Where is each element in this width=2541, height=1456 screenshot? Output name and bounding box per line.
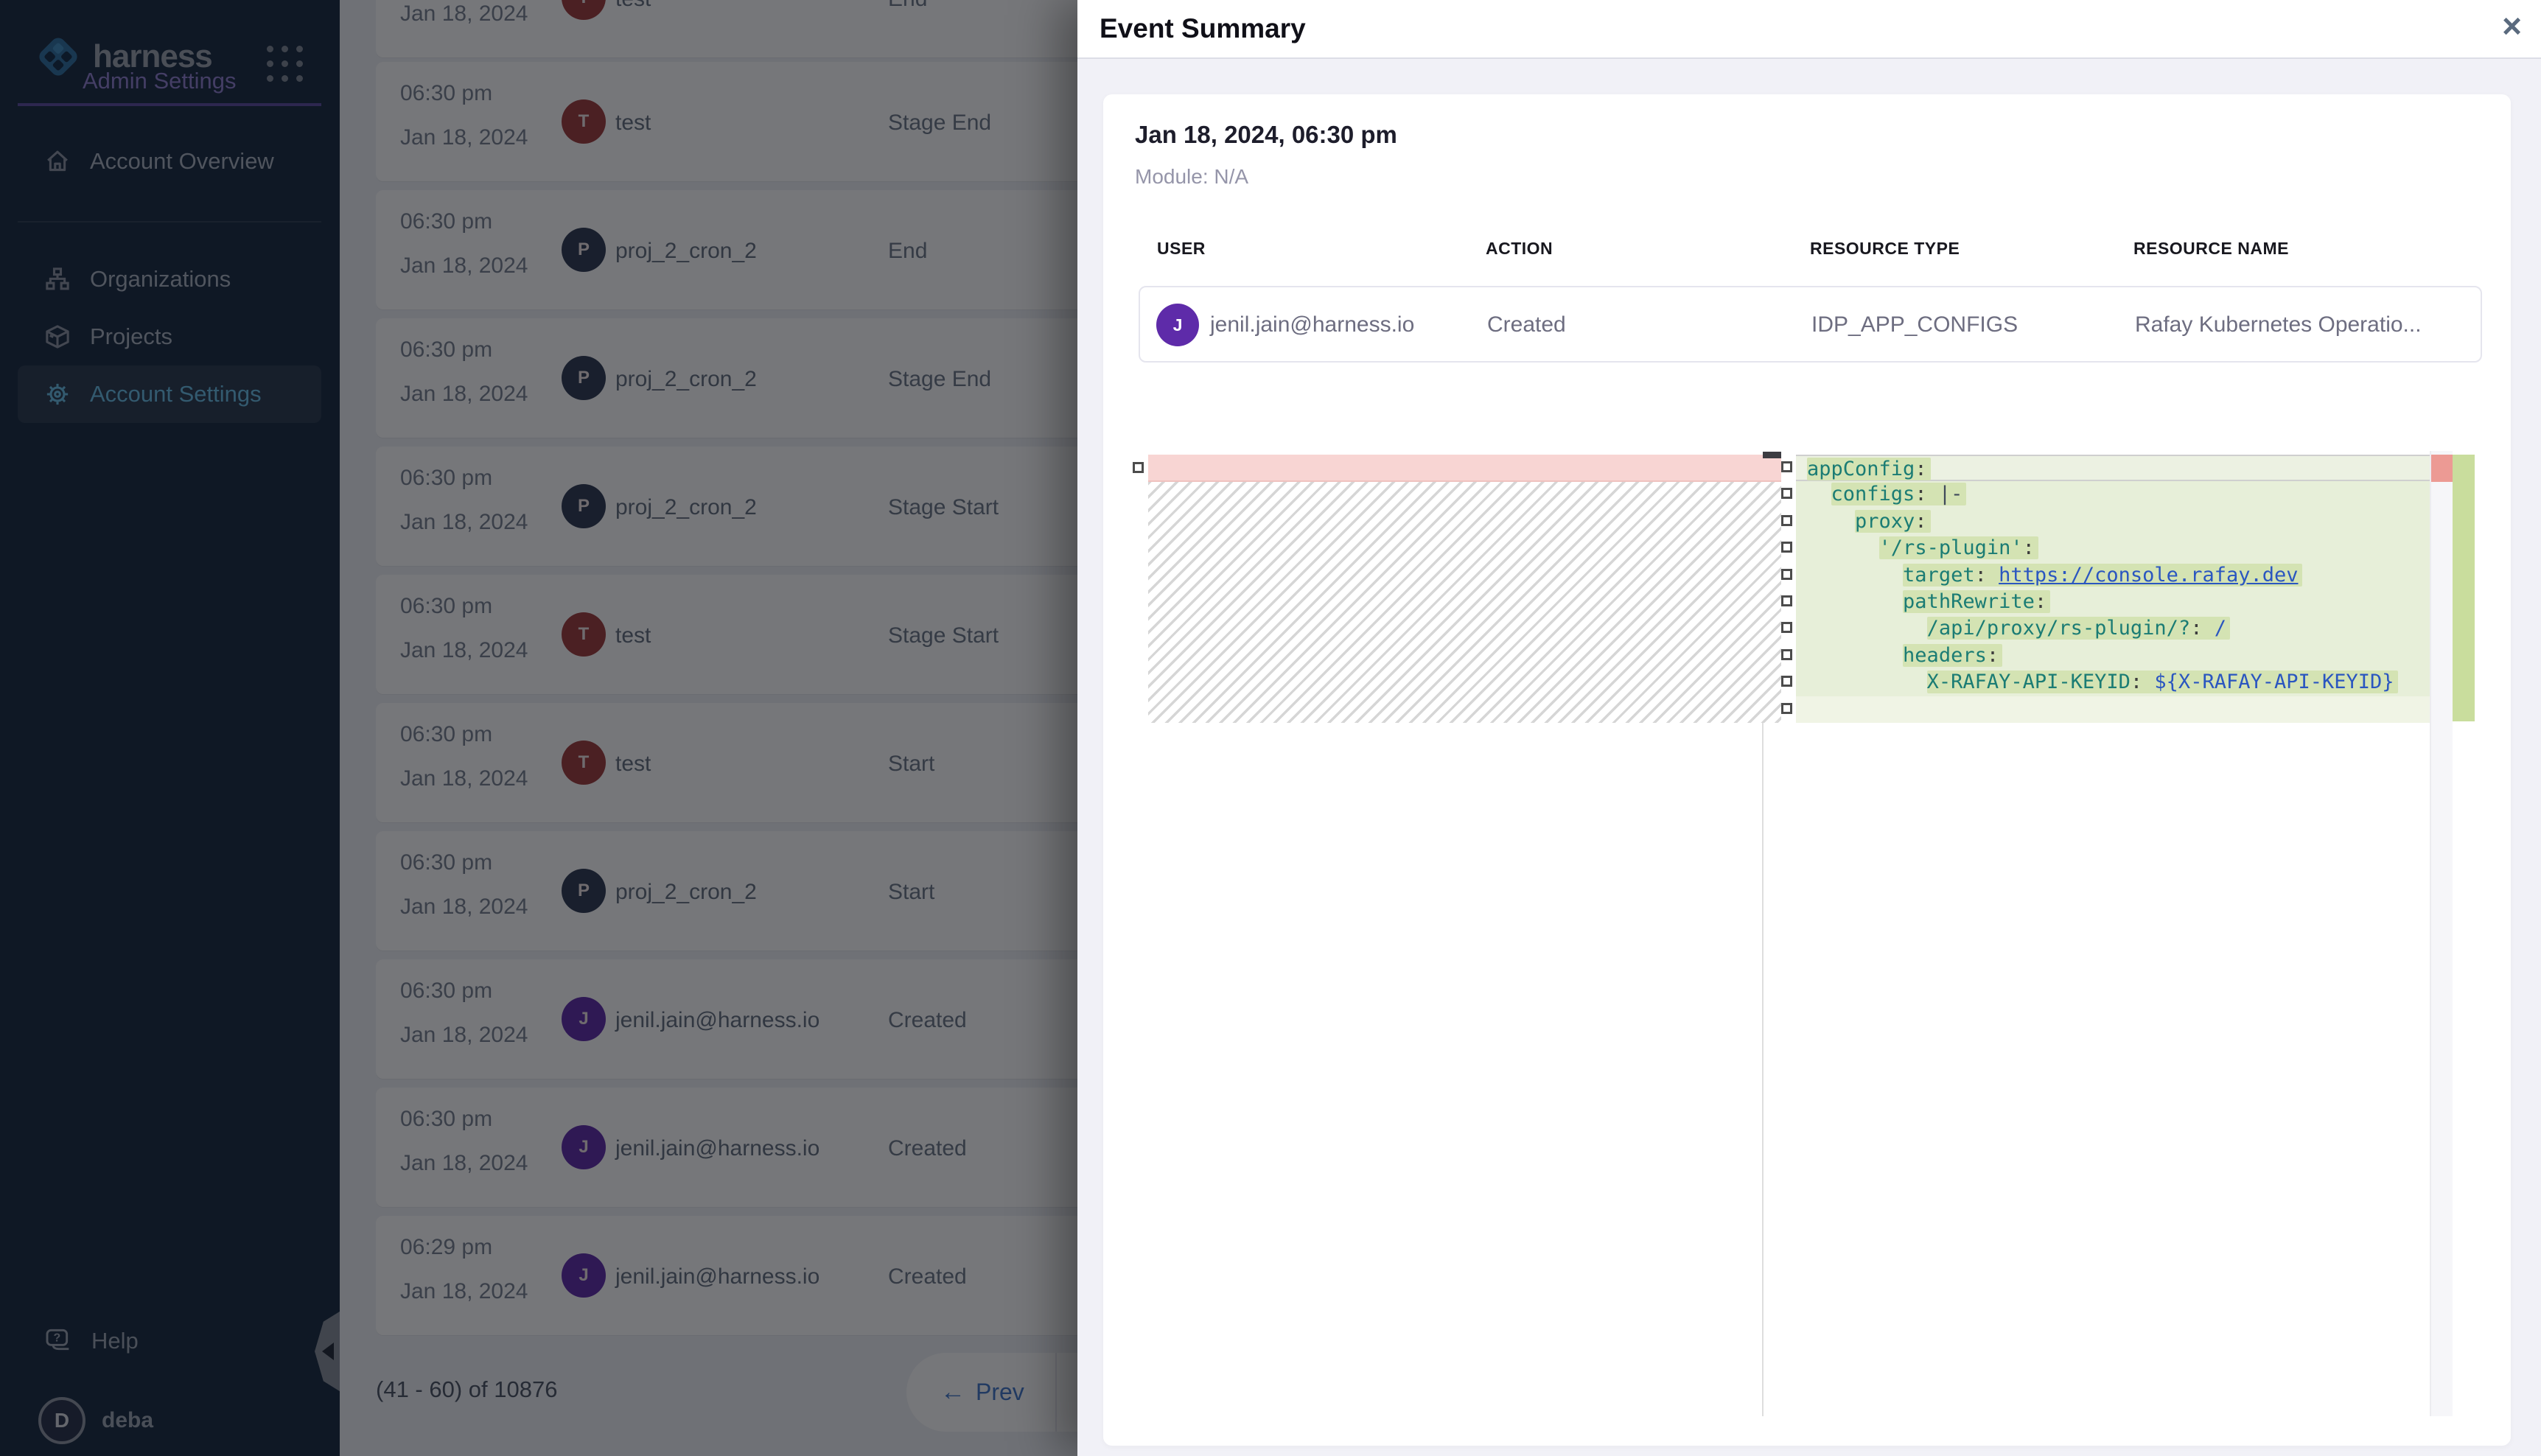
diff-change-marker <box>1781 595 1792 606</box>
event-table-row: J jenil.jain@harness.io Created IDP_APP_… <box>1139 286 2482 363</box>
app-root: harness Admin Settings Account Overview … <box>0 0 2541 1456</box>
yaml-token: : <box>1915 483 1939 505</box>
diff-added-line: proxy: <box>1796 508 2430 535</box>
diff-added-line: configs: |- <box>1796 481 2430 508</box>
diff-removed-line <box>1148 455 1781 482</box>
diff-added-line: pathRewrite: <box>1796 589 2430 615</box>
diff-change-marker <box>1781 569 1792 580</box>
diff-change-marker <box>1781 703 1792 714</box>
diff-inline-added: X-RAFAY-API-KEYID: ${X-RAFAY-API-KEYID} <box>1927 671 2398 693</box>
diff-inline-added: pathRewrite: <box>1903 590 2050 613</box>
yaml-token: : <box>1915 458 1926 480</box>
diff-change-marker <box>1781 488 1792 499</box>
overview-removed-marker <box>2431 455 2454 482</box>
yaml-token: headers <box>1903 644 1987 667</box>
yaml-token: /api/proxy/rs-plugin/? <box>1927 617 2191 640</box>
column-header-user: USER <box>1157 239 1206 259</box>
drawer-header: Event Summary × <box>1077 0 2541 59</box>
event-card: Jan 18, 2024, 06:30 pm Module: N/A USER … <box>1103 94 2511 1446</box>
diff-change-marker <box>1781 515 1792 526</box>
yaml-token: ${X-RAFAY-API-KEYID} <box>2154 671 2394 693</box>
diff-original-scroll-marker <box>1763 452 1781 458</box>
yaml-token: : <box>2023 536 2035 559</box>
diff-change-marker <box>1133 462 1144 473</box>
yaml-token: : <box>1915 510 1926 533</box>
close-icon[interactable]: × <box>2502 6 2522 46</box>
avatar: J <box>1156 304 1199 346</box>
yaml-token: appConfig <box>1807 458 1915 480</box>
diff-modified-glyph-margin <box>1781 451 1796 1416</box>
diff-inline-added: appConfig: <box>1807 458 1931 480</box>
diff-inline-added: configs: |- <box>1831 483 1967 505</box>
yaml-token: proxy <box>1855 510 1915 533</box>
diff-sash[interactable] <box>1762 723 1764 1416</box>
diff-inline-added: target: https://console.rafay.dev <box>1903 564 2301 587</box>
yaml-token: / <box>2215 617 2226 640</box>
diff-original-pane <box>1148 451 1781 1416</box>
diff-change-marker <box>1781 622 1792 633</box>
yaml-token: : <box>2035 590 2047 613</box>
column-header-resource-type: RESOURCE TYPE <box>1810 239 1960 259</box>
event-action: Created <box>1487 312 1566 337</box>
diff-empty-hatch <box>1148 482 1781 723</box>
yaml-link[interactable]: https://console.rafay.dev <box>1999 564 2298 587</box>
diff-original-glyph-margin <box>1132 451 1148 1416</box>
diff-inline-added: '/rs-plugin': <box>1879 536 2038 559</box>
event-resource-type: IDP_APP_CONFIGS <box>1811 312 2018 337</box>
drawer-title: Event Summary <box>1100 13 1306 44</box>
yaml-token: configs <box>1831 483 1915 505</box>
diff-added-line: X-RAFAY-API-KEYID: ${X-RAFAY-API-KEYID} <box>1796 669 2430 696</box>
yaml-token: |- <box>1939 483 1963 505</box>
event-datetime: Jan 18, 2024, 06:30 pm <box>1135 121 1397 149</box>
yaml-token: : <box>2131 671 2155 693</box>
diff-inline-added: /api/proxy/rs-plugin/?: / <box>1927 617 2230 640</box>
diff-added-line: headers: <box>1796 643 2430 669</box>
yaml-diff-editor: appConfig: configs: |- proxy: '/rs-plugi… <box>1132 451 2475 1416</box>
column-header-resource-name: RESOURCE NAME <box>2133 239 2289 259</box>
diff-added-line: /api/proxy/rs-plugin/?: / <box>1796 615 2430 642</box>
event-summary-drawer: Event Summary × Jan 18, 2024, 06:30 pm M… <box>1077 0 2541 1456</box>
yaml-token: : <box>1975 564 1999 587</box>
yaml-token: : <box>2190 617 2215 640</box>
yaml-token: : <box>1987 644 1999 667</box>
overview-added-marker <box>2453 455 2475 721</box>
yaml-token: '/rs-plugin' <box>1879 536 2023 559</box>
yaml-token: pathRewrite <box>1903 590 2035 613</box>
event-resource-name: Rafay Kubernetes Operatio... <box>2135 312 2422 337</box>
diff-modified-pane: appConfig: configs: |- proxy: '/rs-plugi… <box>1796 451 2430 1416</box>
diff-added-line: appConfig: <box>1796 455 2430 481</box>
diff-change-marker <box>1781 461 1792 472</box>
diff-added-line: '/rs-plugin': <box>1796 535 2430 561</box>
diff-change-marker <box>1781 649 1792 660</box>
event-module: Module: N/A <box>1135 165 1248 189</box>
diff-change-marker <box>1781 542 1792 553</box>
diff-added-line <box>1796 696 2430 723</box>
diff-scrollbar-track[interactable] <box>2430 451 2453 1416</box>
event-user: jenil.jain@harness.io <box>1210 312 1414 337</box>
diff-inline-added: proxy: <box>1855 510 1931 533</box>
yaml-token: target <box>1903 564 1975 587</box>
diff-inline-added: headers: <box>1903 644 2002 667</box>
column-header-action: ACTION <box>1486 239 1553 259</box>
diff-added-line: target: https://console.rafay.dev <box>1796 562 2430 589</box>
diff-change-marker <box>1781 676 1792 687</box>
yaml-token: X-RAFAY-API-KEYID <box>1927 671 2131 693</box>
